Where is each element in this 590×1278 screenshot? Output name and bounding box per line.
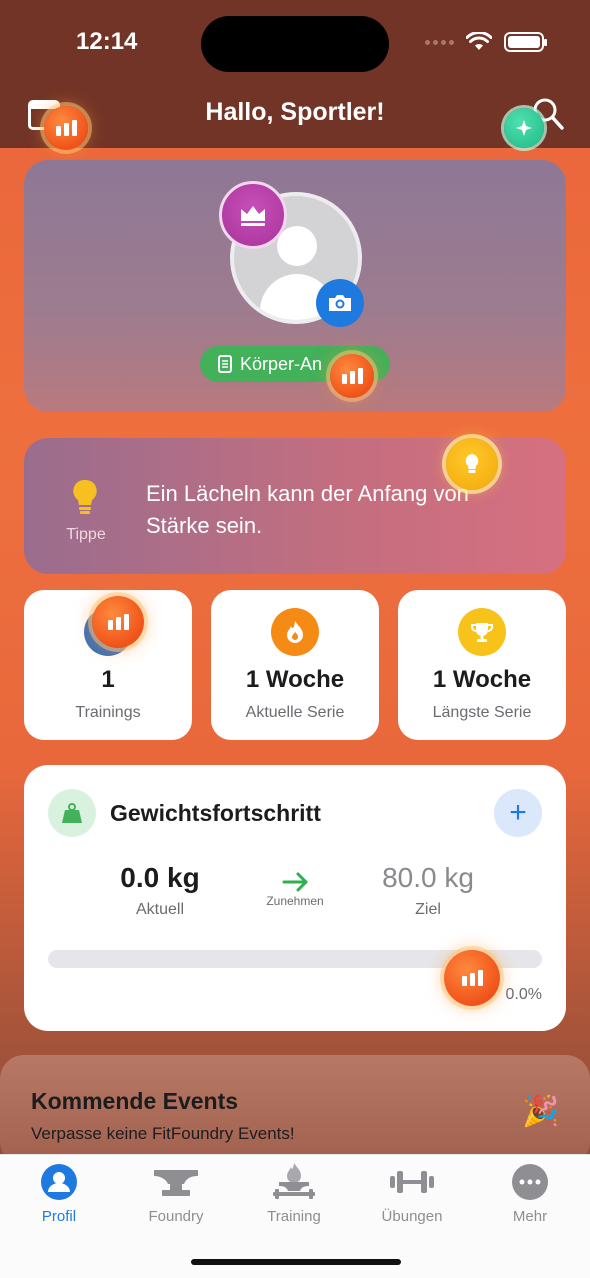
body-measurements-label: Körper-An (240, 353, 323, 374)
chart-bars-icon (107, 614, 129, 630)
sparkle-badge-button[interactable] (504, 108, 544, 148)
stats-badge-button[interactable] (44, 106, 88, 150)
tab-uebungen[interactable]: Übungen (362, 1162, 462, 1225)
goal-weight-label: Ziel (415, 901, 441, 918)
stat-value: 1 Woche (245, 666, 345, 693)
tab-foundry[interactable]: Foundry (126, 1162, 226, 1225)
chart-bars-icon (341, 368, 363, 384)
crown-icon (241, 206, 265, 226)
tab-label: Mehr (512, 1208, 548, 1225)
stats-badge-button[interactable] (330, 354, 374, 398)
wifi-icon (466, 32, 492, 50)
greeting-title: Hallo, Sportler! (205, 98, 385, 126)
stat-label: Aktuelle Serie (245, 704, 345, 721)
current-weight-value: 0.0 kg (120, 862, 200, 893)
forge-icon (273, 1163, 315, 1199)
add-weight-button[interactable]: + (494, 789, 542, 837)
tab-mehr[interactable]: Mehr (480, 1162, 580, 1225)
premium-crown-badge[interactable] (219, 181, 287, 249)
tip-label: Tippe (66, 526, 106, 543)
lightbulb-icon (465, 454, 479, 473)
lightbulb-icon (73, 479, 97, 514)
tab-label: Profil (41, 1208, 77, 1225)
stat-label: Längste Serie (432, 704, 532, 721)
home-indicator[interactable] (191, 1259, 401, 1265)
tab-profil[interactable]: Profil (9, 1162, 109, 1225)
camera-button[interactable] (316, 279, 364, 327)
current-weight-label: Aktuell (135, 901, 185, 918)
tab-label: Foundry (148, 1208, 204, 1225)
stat-card-longest-streak[interactable]: 1 Woche Längste Serie (398, 590, 566, 740)
arrow-right-icon (282, 872, 308, 892)
document-icon (218, 355, 232, 373)
chart-bars-icon (461, 970, 483, 986)
dumbbell-icon (390, 1171, 434, 1193)
stat-value: 1 Woche (432, 666, 532, 693)
sparkle-icon (516, 120, 532, 136)
tab-label: Übungen (381, 1208, 443, 1225)
cellular-signal-icon (425, 39, 454, 45)
person-icon (41, 1164, 77, 1200)
camera-icon (329, 295, 351, 311)
trophy-icon (458, 608, 506, 656)
stat-label: Trainings (75, 704, 141, 721)
stats-badge-button[interactable] (92, 596, 144, 648)
status-time: 12:14 (76, 28, 138, 55)
dynamic-island (201, 16, 389, 72)
tip-bulb-badge[interactable] (446, 438, 498, 490)
party-popper-icon: 🎉 (522, 1095, 560, 1128)
stat-value: 1 (101, 666, 115, 693)
chart-bars-icon (55, 120, 77, 136)
plus-icon: + (509, 796, 527, 829)
goal-weight-value: 80.0 kg (382, 862, 474, 893)
anvil-icon (154, 1170, 198, 1196)
tab-training[interactable]: Training (244, 1162, 344, 1225)
stat-card-current-streak[interactable]: 1 Woche Aktuelle Serie (211, 590, 379, 740)
battery-icon (504, 32, 547, 52)
more-icon (512, 1164, 548, 1200)
events-subtitle: Verpasse keine FitFoundry Events! (31, 1124, 295, 1143)
tip-text: Ein Lächeln kann der Anfang von Stärke s… (146, 481, 469, 538)
weight-title: Gewichtsfortschritt (110, 800, 321, 826)
weight-icon (48, 789, 96, 837)
flame-icon (271, 608, 319, 656)
events-title: Kommende Events (31, 1088, 239, 1114)
weight-direction-label: Zunehmen (266, 894, 324, 908)
stats-badge-button[interactable] (444, 950, 500, 1006)
tab-label: Training (267, 1208, 321, 1225)
status-icons (425, 32, 547, 52)
